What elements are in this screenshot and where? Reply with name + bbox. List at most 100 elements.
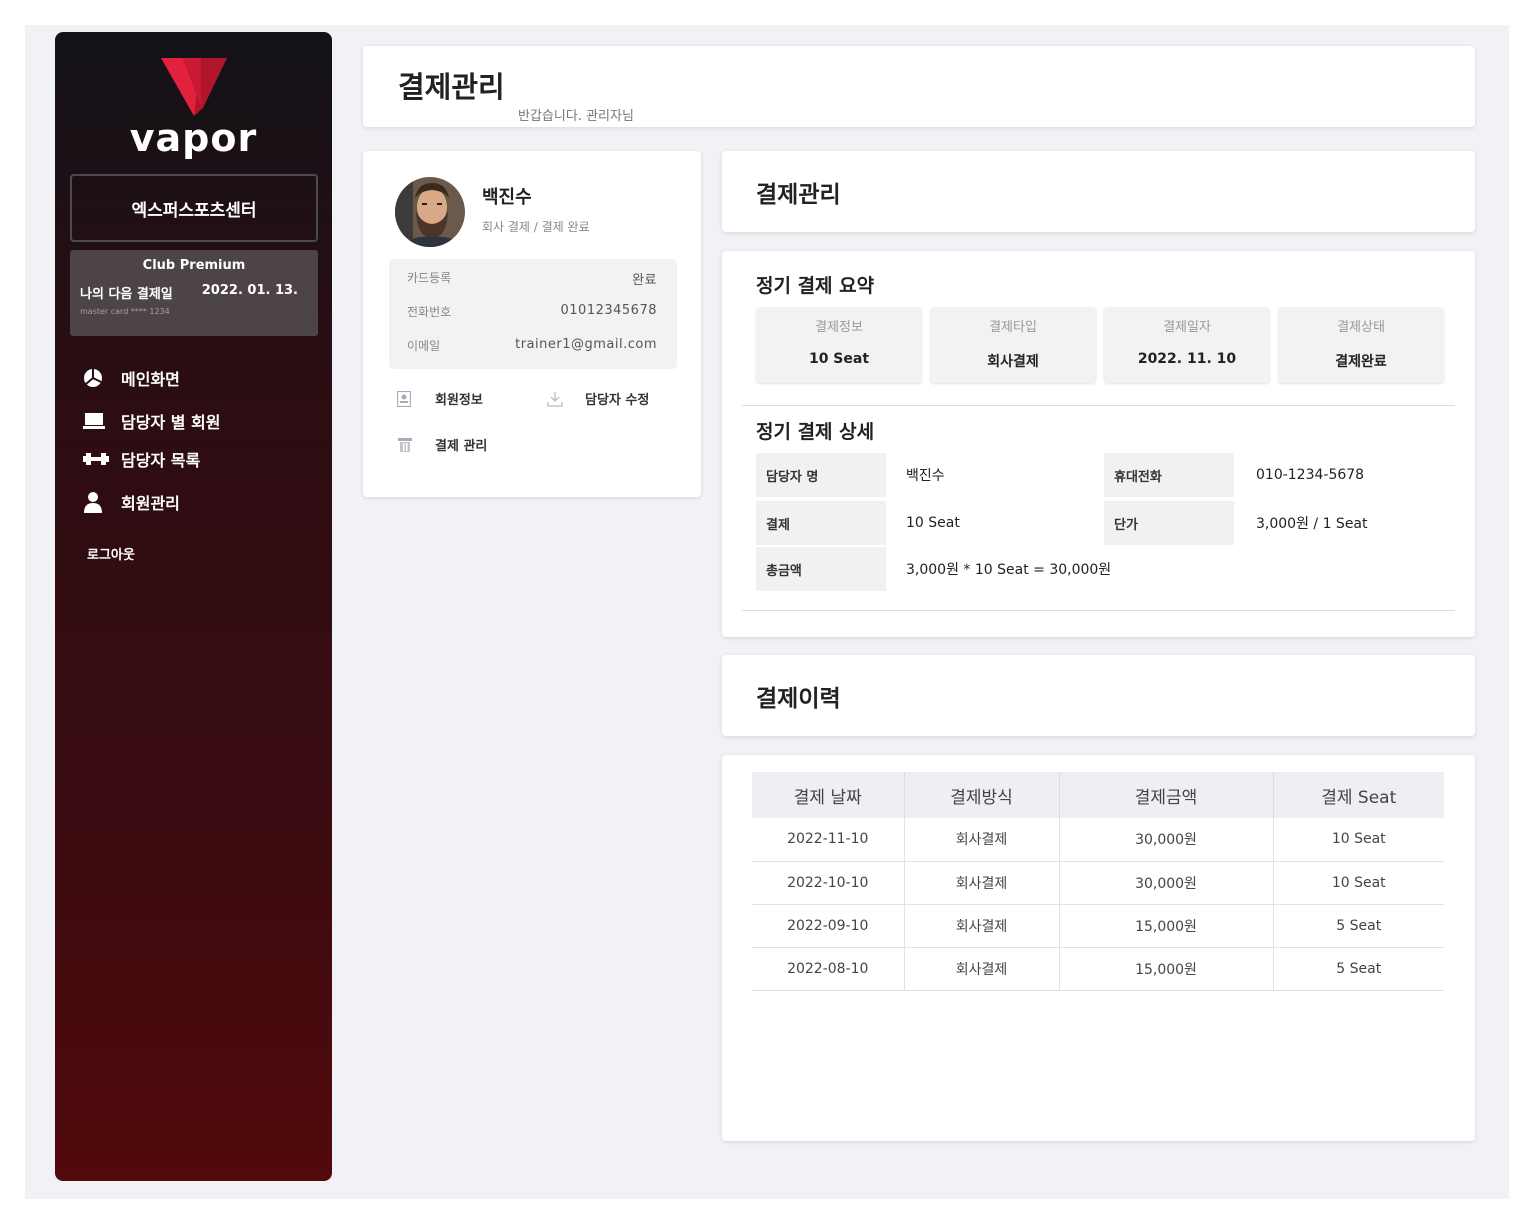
cell-method: 회사결제	[904, 904, 1060, 948]
column-header-amount[interactable]: 결제금액	[1059, 772, 1274, 818]
info-row-card: 카드등록 완료	[407, 269, 657, 289]
page-canvas: vapor 엑스퍼스포츠센터 Club Premium 나의 다음 결제일 20…	[25, 25, 1509, 1199]
sidebar-item-label: 담당자 별 회원	[121, 413, 221, 432]
profile-card: 백진수 회사 결제 / 결제 완료 카드등록 완료 전화번호 010123456…	[363, 151, 701, 497]
sidebar: vapor 엑스퍼스포츠센터 Club Premium 나의 다음 결제일 20…	[55, 32, 332, 1181]
summary-label: 결제정보	[815, 320, 863, 335]
detail-title: 정기 결제 상세	[756, 421, 875, 443]
payment-section-header: 결제관리	[722, 151, 1475, 232]
table-row[interactable]: 2022-10-10 회사결제 30,000원 10 Seat	[752, 861, 1444, 905]
summary-label: 결제타입	[989, 320, 1037, 335]
cell-method: 회사결제	[904, 818, 1060, 862]
cell-date: 2022-09-10	[752, 904, 905, 948]
detail-value-total: 3,000원 * 10 Seat = 30,000원	[906, 562, 1112, 578]
member-info-label: 회원정보	[435, 393, 483, 408]
edit-manager-label: 담당자 수정	[585, 393, 650, 408]
next-payment-label: 나의 다음 결제일	[80, 287, 173, 302]
sidebar-item-members-by-manager[interactable]: 담당자 별 회원	[83, 401, 313, 441]
cell-seat: 10 Seat	[1273, 818, 1444, 862]
sidebar-item-label: 담당자 목록	[121, 451, 201, 470]
id-card-icon	[397, 390, 417, 407]
profile-info-box: 카드등록 완료 전화번호 01012345678 이메일 trainer1@gm…	[389, 259, 677, 369]
profile-status: 회사 결제 / 결제 완료	[482, 220, 590, 234]
page-header: 결제관리 반갑습니다. 관리자님	[363, 46, 1475, 127]
info-label: 전화번호	[407, 305, 452, 319]
premium-card: Club Premium 나의 다음 결제일 2022. 01. 13. mas…	[70, 250, 318, 336]
summary-value: 2022. 11. 10	[1137, 351, 1237, 367]
info-value: trainer1@gmail.com	[515, 337, 657, 352]
laptop-icon	[83, 410, 111, 432]
detail-key-payment: 결제	[756, 501, 886, 545]
column-header-seat[interactable]: 결제 Seat	[1273, 772, 1444, 818]
section-title: 결제관리	[756, 182, 841, 208]
summary-label: 결제상태	[1337, 320, 1385, 335]
info-row-email: 이메일 trainer1@gmail.com	[407, 337, 657, 357]
summary-tile-date: 결제일자 2022. 11. 10	[1104, 307, 1270, 383]
sidebar-item-member-management[interactable]: 회원관리	[83, 482, 313, 522]
table-row[interactable]: 2022-08-10 회사결제 15,000원 5 Seat	[752, 947, 1444, 991]
download-icon	[547, 391, 567, 407]
brand-name: vapor	[129, 116, 258, 160]
sidebar-menu: 메인화면 담당자 별 회원 담당자 목록 회원관리	[83, 354, 313, 522]
sidebar-item-manager-list[interactable]: 담당자 목록	[83, 439, 313, 479]
info-label: 이메일	[407, 339, 441, 353]
column-header-date[interactable]: 결제 날짜	[752, 772, 905, 818]
table-row[interactable]: 2022-09-10 회사결제 15,000원 5 Seat	[752, 904, 1444, 948]
table-header-row: 결제 날짜 결제방식 결제금액 결제 Seat	[752, 772, 1444, 818]
column-header-method[interactable]: 결제방식	[904, 772, 1060, 818]
sidebar-item-main[interactable]: 메인화면	[83, 358, 313, 398]
cell-date: 2022-10-10	[752, 861, 905, 905]
user-icon	[83, 491, 111, 513]
avatar[interactable]	[395, 177, 465, 247]
cell-amount: 30,000원	[1059, 818, 1274, 862]
payment-manage-button[interactable]: 결제 관리	[397, 435, 487, 454]
history-section-header: 결제이력	[722, 655, 1475, 736]
info-value: 01012345678	[560, 303, 657, 318]
page-title: 결제관리	[398, 70, 505, 104]
detail-value-payment: 10 Seat	[906, 515, 960, 531]
sidebar-item-label: 회원관리	[121, 494, 180, 513]
avatar-image	[395, 177, 465, 247]
summary-title: 정기 결제 요약	[756, 275, 875, 297]
section-divider	[742, 610, 1455, 611]
detail-key-unit: 단가	[1104, 501, 1234, 545]
payment-manage-label: 결제 관리	[435, 439, 488, 454]
detail-key-total: 총금액	[756, 547, 886, 591]
profile-name: 백진수	[482, 187, 532, 208]
detail-value-unit: 3,000원 / 1 Seat	[1256, 516, 1368, 532]
edit-manager-button[interactable]: 담당자 수정	[547, 389, 649, 408]
summary-tile-type: 결제타입 회사결제	[930, 307, 1096, 383]
summary-value: 10 Seat	[808, 351, 870, 367]
logout-link[interactable]: 로그아웃	[87, 544, 135, 563]
cell-method: 회사결제	[904, 947, 1060, 991]
cell-method: 회사결제	[904, 861, 1060, 905]
info-value: 완료	[632, 273, 657, 288]
history-card: 결제 날짜 결제방식 결제금액 결제 Seat 2022-11-10 회사결제 …	[722, 755, 1475, 1141]
welcome-text: 반갑습니다. 관리자님	[518, 109, 634, 124]
summary-value: 회사결제	[987, 354, 1039, 370]
next-payment-date: 2022. 01. 13.	[201, 283, 298, 298]
center-name: 엑스퍼스포츠센터	[131, 200, 257, 221]
summary-label: 결제일자	[1163, 320, 1211, 335]
section-divider	[742, 405, 1455, 406]
dumbbell-icon	[83, 448, 111, 470]
cell-seat: 10 Seat	[1273, 861, 1444, 905]
info-row-phone: 전화번호 01012345678	[407, 303, 657, 323]
cell-amount: 15,000원	[1059, 904, 1274, 948]
premium-title: Club Premium	[142, 258, 246, 273]
table-row[interactable]: 2022-11-10 회사결제 30,000원 10 Seat	[752, 818, 1444, 862]
brand-logo[interactable]: vapor	[55, 58, 332, 158]
trash-icon	[397, 437, 417, 453]
card-number: master card **** 1234	[80, 307, 170, 316]
history-table: 결제 날짜 결제방식 결제금액 결제 Seat 2022-11-10 회사결제 …	[752, 772, 1444, 991]
member-info-button[interactable]: 회원정보	[397, 389, 483, 408]
cell-seat: 5 Seat	[1273, 904, 1444, 948]
center-name-box[interactable]: 엑스퍼스포츠센터	[70, 174, 318, 242]
cell-date: 2022-11-10	[752, 818, 905, 862]
payment-summary-card: 정기 결제 요약 결제정보 10 Seat 결제타입 회사결제 결제일자 202…	[722, 251, 1475, 637]
cell-amount: 15,000원	[1059, 947, 1274, 991]
cell-amount: 30,000원	[1059, 861, 1274, 905]
detail-value-phone: 010-1234-5678	[1256, 467, 1365, 483]
detail-value-manager: 백진수	[906, 468, 945, 484]
detail-key-phone: 휴대전화	[1104, 453, 1234, 497]
